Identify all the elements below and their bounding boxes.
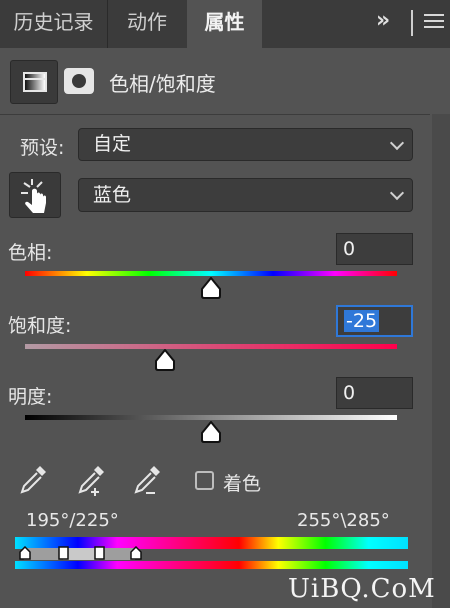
hamburger-menu-icon[interactable]	[424, 14, 444, 30]
lightness-slider-thumb[interactable]	[200, 421, 222, 443]
colorize-label: 着色	[223, 473, 262, 495]
watermark: UiBQ.CoM	[288, 574, 436, 604]
range-right-label: 255°\285°	[297, 510, 390, 531]
range-right-handle[interactable]	[94, 546, 106, 560]
range-left-falloff-handle[interactable]	[19, 546, 31, 560]
eyedropper-add-icon[interactable]	[74, 462, 108, 498]
preset-value: 自定	[93, 133, 132, 155]
chevron-down-icon	[389, 135, 405, 151]
saturation-slider-thumb[interactable]	[154, 349, 176, 371]
eyedropper-icon[interactable]	[16, 462, 50, 496]
tab-actions[interactable]: 动作	[107, 0, 187, 48]
header-divider	[0, 114, 430, 115]
saturation-value: -25	[344, 310, 380, 332]
levels-adjustment-icon[interactable]	[10, 60, 58, 104]
range-left-handle[interactable]	[57, 546, 69, 560]
range-right-falloff-handle[interactable]	[130, 546, 142, 560]
saturation-input[interactable]: -25	[336, 305, 413, 337]
hue-label: 色相:	[8, 242, 53, 264]
range-left-label: 195°/225°	[26, 510, 119, 531]
saturation-label: 饱和度:	[8, 315, 72, 337]
hue-input[interactable]: 0	[336, 233, 413, 265]
panel-tab-bar: 历史记录 动作 属性 ››	[0, 0, 450, 48]
adjustment-title: 色相/饱和度	[109, 72, 216, 96]
layer-mask-icon[interactable]	[64, 68, 94, 94]
targeted-adjustment-hand-icon[interactable]	[9, 172, 61, 218]
preset-select[interactable]: 自定	[78, 128, 413, 161]
lightness-input[interactable]: 0	[336, 377, 413, 409]
color-range-bar-bottom	[15, 561, 408, 569]
colorize-checkbox[interactable]	[195, 471, 214, 490]
tab-properties[interactable]: 属性	[187, 0, 262, 48]
lightness-slider-track[interactable]	[25, 415, 397, 420]
panel-scrollbar[interactable]	[432, 114, 450, 608]
eyedropper-subtract-icon[interactable]	[130, 462, 164, 498]
preset-label: 预设:	[20, 137, 65, 159]
lightness-label: 明度:	[8, 386, 53, 408]
channel-value: 蓝色	[93, 184, 132, 206]
hue-slider-track[interactable]	[25, 271, 397, 276]
tab-bar-separator	[411, 10, 413, 36]
tab-history[interactable]: 历史记录	[0, 0, 107, 48]
saturation-slider-track[interactable]	[25, 344, 397, 349]
double-chevron-right-icon[interactable]: ››	[376, 8, 390, 33]
chevron-down-icon	[389, 185, 405, 201]
channel-select[interactable]: 蓝色	[78, 178, 413, 212]
hue-slider-thumb[interactable]	[200, 277, 222, 299]
